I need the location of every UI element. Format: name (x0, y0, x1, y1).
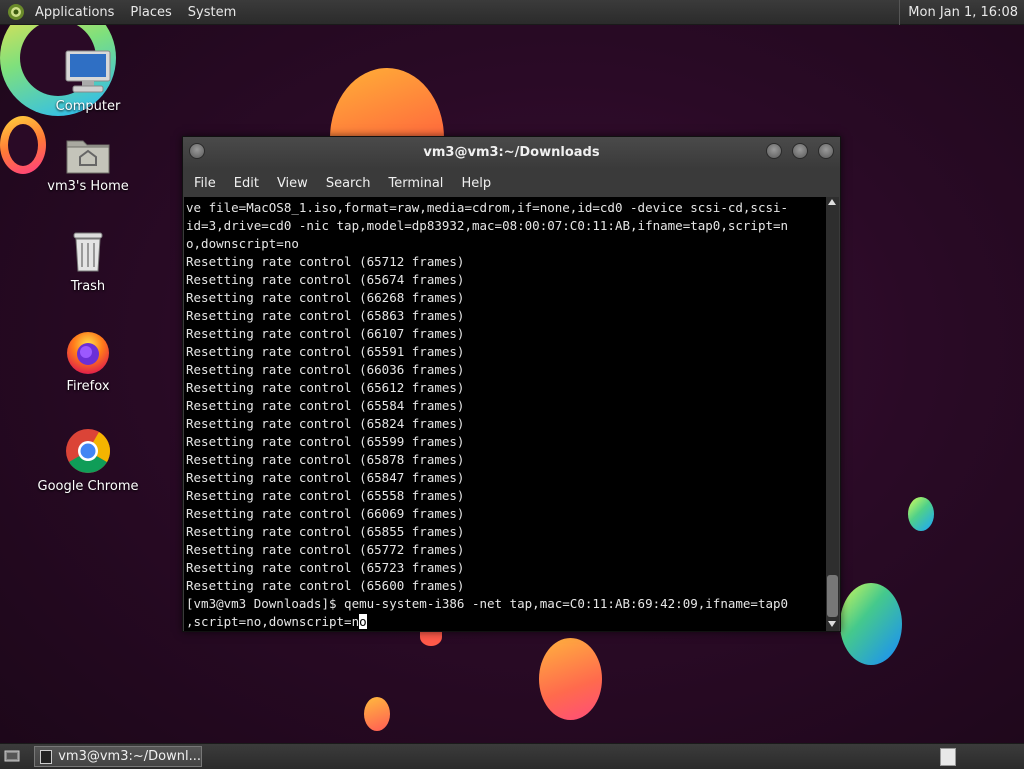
terminal-line: Resetting rate control (65723 frames) (186, 560, 465, 575)
applications-menu[interactable]: Applications (27, 0, 122, 25)
desktop-icon-trash[interactable]: Trash (33, 225, 143, 294)
terminal-prompt-line[interactable]: ,script=no,downscript=no (186, 614, 367, 629)
menu-file[interactable]: File (185, 176, 225, 191)
wallpaper-blob (840, 583, 902, 665)
scroll-down-arrow-icon[interactable] (828, 621, 836, 627)
terminal-line: Resetting rate control (65712 frames) (186, 254, 465, 269)
bottom-panel: vm3@vm3:~/Downl... (0, 743, 1024, 769)
terminal-line: id=3,drive=cd0 -nic tap,model=dp83932,ma… (186, 218, 789, 233)
terminal-line: Resetting rate control (66036 frames) (186, 362, 465, 377)
terminal-line: Resetting rate control (65599 frames) (186, 434, 465, 449)
terminal-line: Resetting rate control (65612 frames) (186, 380, 465, 395)
wallpaper-blob (364, 697, 390, 731)
trash-icon (33, 225, 143, 275)
terminal-line: Resetting rate control (66107 frames) (186, 326, 465, 341)
computer-icon (33, 45, 143, 95)
taskbar-item-label: vm3@vm3:~/Downl... (58, 749, 201, 764)
desktop-icon-firefox[interactable]: Firefox (33, 325, 143, 394)
minimize-button[interactable] (766, 143, 782, 159)
terminal-line: ve file=MacOS8_1.iso,format=raw,media=cd… (186, 200, 789, 215)
desktop-icon-label: Computer (55, 99, 121, 114)
terminal-scrollbar[interactable] (826, 197, 839, 631)
terminal-line: [vm3@vm3 Downloads]$ qemu-system-i386 -n… (186, 596, 789, 611)
desktop-icon-label: vm3's Home (47, 179, 129, 194)
maximize-button[interactable] (792, 143, 808, 159)
terminal-cursor: o (359, 614, 367, 629)
terminal-text: ve file=MacOS8_1.iso,format=raw,media=cd… (184, 197, 827, 631)
menu-help[interactable]: Help (452, 176, 500, 191)
places-menu[interactable]: Places (122, 0, 179, 25)
system-menu[interactable]: System (180, 0, 244, 25)
desktop-icon-label: Trash (70, 279, 106, 294)
terminal-output[interactable]: ve file=MacOS8_1.iso,format=raw,media=cd… (184, 197, 827, 631)
terminal-line: Resetting rate control (66268 frames) (186, 290, 465, 305)
menu-search[interactable]: Search (317, 176, 380, 191)
show-desktop-icon[interactable] (4, 748, 20, 764)
desktop-icon-label: Firefox (66, 379, 110, 394)
taskbar-item-terminal[interactable]: vm3@vm3:~/Downl... (34, 746, 202, 767)
terminal-line: o,downscript=no (186, 236, 299, 251)
wallpaper-blob (908, 497, 934, 531)
window-title: vm3@vm3:~/Downloads (423, 145, 600, 160)
scroll-up-arrow-icon[interactable] (828, 199, 836, 205)
terminal-line: Resetting rate control (65878 frames) (186, 452, 465, 467)
menu-terminal[interactable]: Terminal (379, 176, 452, 191)
gnome-foot-icon[interactable] (5, 1, 27, 23)
workspace-switcher[interactable] (940, 748, 956, 766)
terminal-line: Resetting rate control (65558 frames) (186, 488, 465, 503)
terminal-line: Resetting rate control (65863 frames) (186, 308, 465, 323)
terminal-line: Resetting rate control (65824 frames) (186, 416, 465, 431)
terminal-line: Resetting rate control (65600 frames) (186, 578, 465, 593)
terminal-line: Resetting rate control (66069 frames) (186, 506, 465, 521)
terminal-line: Resetting rate control (65855 frames) (186, 524, 465, 539)
desktop-icon-home[interactable]: vm3's Home (33, 125, 143, 194)
wallpaper-blob (539, 638, 602, 720)
top-panel: Applications Places System Mon Jan 1, 16… (0, 0, 1024, 25)
close-button[interactable] (818, 143, 834, 159)
chrome-icon (33, 425, 143, 475)
terminal-line: Resetting rate control (65772 frames) (186, 542, 465, 557)
terminal-line: Resetting rate control (65591 frames) (186, 344, 465, 359)
terminal-input-text: ,script=no,downscript=n (186, 614, 360, 629)
firefox-icon (33, 325, 143, 375)
menu-view[interactable]: View (268, 176, 317, 191)
desktop-icon-chrome[interactable]: Google Chrome (33, 425, 143, 494)
menu-edit[interactable]: Edit (225, 176, 268, 191)
terminal-line: Resetting rate control (65584 frames) (186, 398, 465, 413)
scrollbar-thumb[interactable] (827, 575, 838, 617)
terminal-line: Resetting rate control (65674 frames) (186, 272, 465, 287)
terminal-icon (40, 749, 53, 764)
terminal-window[interactable]: vm3@vm3:~/Downloads File Edit View Searc… (182, 136, 841, 632)
clock[interactable]: Mon Jan 1, 16:08 (899, 0, 1018, 25)
terminal-menubar: File Edit View Search Terminal Help (183, 169, 840, 197)
desktop-icon-computer[interactable]: Computer (33, 45, 143, 114)
desktop-icon-label: Google Chrome (37, 479, 139, 494)
window-titlebar[interactable]: vm3@vm3:~/Downloads (183, 137, 840, 169)
terminal-line: Resetting rate control (65847 frames) (186, 470, 465, 485)
home-folder-icon (33, 125, 143, 175)
